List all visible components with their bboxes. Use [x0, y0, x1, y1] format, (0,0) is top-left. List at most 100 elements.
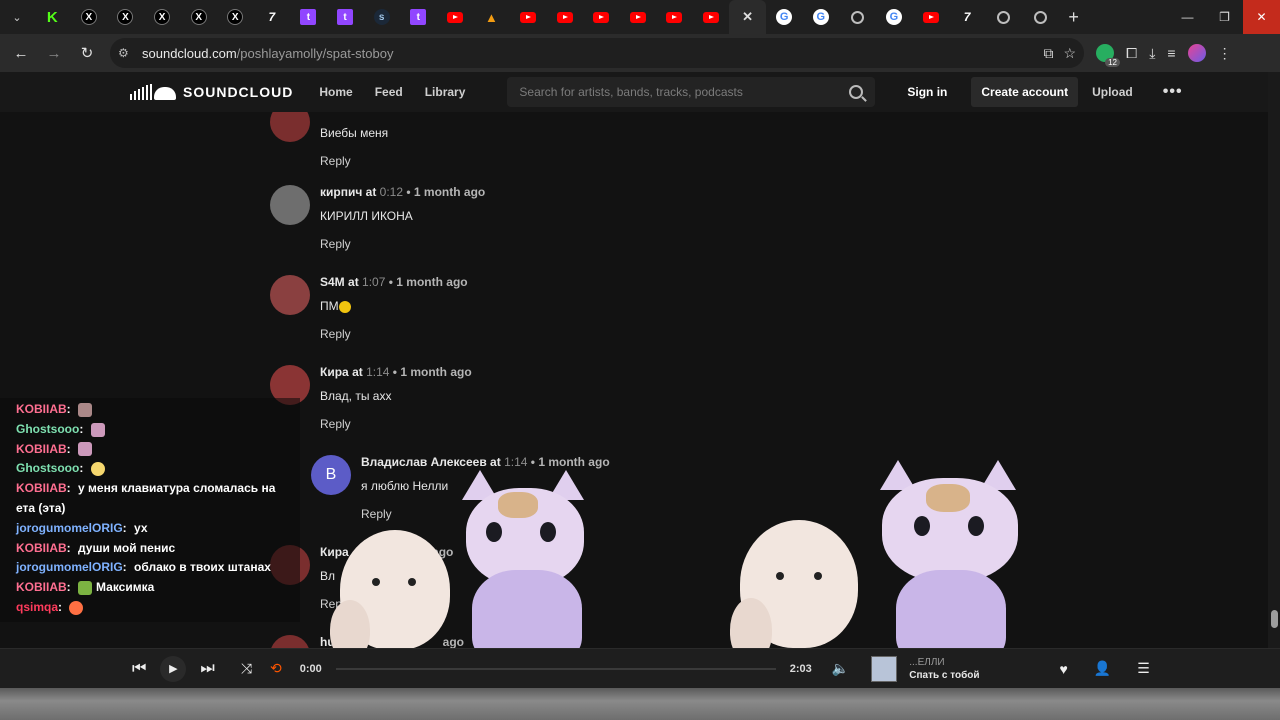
- track-title[interactable]: Спать с тобой: [909, 670, 979, 681]
- chat-username[interactable]: KOBIIAB: [16, 442, 67, 456]
- forward-button[interactable]: →: [39, 38, 69, 68]
- comment-avatar[interactable]: [270, 185, 310, 225]
- browser-tab[interactable]: G: [766, 0, 803, 34]
- chat-username[interactable]: Ghostsooo: [16, 461, 79, 475]
- track-artist[interactable]: ...ЕЛЛИ: [909, 657, 979, 668]
- window-close-button[interactable]: ✕: [1243, 0, 1280, 34]
- reply-button[interactable]: Reply: [320, 417, 920, 431]
- browser-tab[interactable]: t: [400, 0, 437, 34]
- bookmark-star-icon[interactable]: ☆: [1063, 45, 1076, 62]
- reload-button[interactable]: ↻: [72, 38, 102, 68]
- new-tab-button[interactable]: +: [1059, 7, 1089, 28]
- chat-username[interactable]: Ghostsooo: [16, 422, 79, 436]
- repeat-icon[interactable]: ⟲: [270, 660, 282, 677]
- browser-tab[interactable]: 7: [949, 0, 986, 34]
- browser-tab[interactable]: [912, 0, 949, 34]
- browser-menu-icon[interactable]: ⋮: [1218, 45, 1232, 62]
- comment-timestamp[interactable]: 0:12: [380, 185, 403, 199]
- browser-tab[interactable]: [437, 0, 474, 34]
- upload-link[interactable]: Upload: [1092, 85, 1133, 99]
- comment-avatar[interactable]: [270, 635, 310, 648]
- play-button[interactable]: ▶: [160, 655, 187, 682]
- extension-icon[interactable]: 12: [1096, 44, 1120, 67]
- search-icon[interactable]: [849, 85, 864, 99]
- reply-button[interactable]: Reply: [320, 237, 920, 251]
- browser-tab[interactable]: 7: [254, 0, 291, 34]
- browser-tab[interactable]: G: [876, 0, 913, 34]
- profile-avatar[interactable]: [1187, 44, 1206, 62]
- browser-tab[interactable]: X: [217, 0, 254, 34]
- nav-library[interactable]: Library: [425, 85, 466, 99]
- comment-username[interactable]: Кира: [320, 365, 349, 379]
- chat-username[interactable]: qsimqa: [16, 600, 58, 614]
- next-track-icon[interactable]: ⏭: [200, 660, 214, 678]
- browser-tab[interactable]: [839, 0, 876, 34]
- like-heart-icon[interactable]: ♥: [1060, 661, 1068, 677]
- tab-search-chevron-icon[interactable]: ⌄: [0, 0, 34, 34]
- browser-tab[interactable]: s: [363, 0, 400, 34]
- browser-tab[interactable]: ✕: [729, 0, 766, 34]
- sign-in-button[interactable]: Sign in: [907, 85, 947, 99]
- browser-tab[interactable]: [620, 0, 657, 34]
- browser-tab[interactable]: [693, 0, 730, 34]
- track-artwork[interactable]: [871, 655, 898, 682]
- browser-tab[interactable]: X: [144, 0, 181, 34]
- comment-avatar[interactable]: [270, 275, 310, 315]
- extensions-puzzle-icon[interactable]: ⧠: [1126, 45, 1137, 62]
- url-text[interactable]: soundcloud.com/poshlayamolly/spat-stoboy: [142, 46, 393, 61]
- site-info-icon[interactable]: ⚙: [118, 46, 138, 60]
- comment-username[interactable]: Владислав Алексеев: [361, 455, 487, 469]
- browser-tab[interactable]: X: [107, 0, 144, 34]
- browser-tab[interactable]: [583, 0, 620, 34]
- soundcloud-logo[interactable]: SOUNDCLOUD: [130, 84, 293, 100]
- comment-avatar[interactable]: B: [311, 455, 351, 495]
- browser-tab[interactable]: [656, 0, 693, 34]
- search-input[interactable]: [519, 85, 840, 99]
- media-control-icon[interactable]: ≡: [1167, 45, 1175, 61]
- browser-tab[interactable]: [985, 0, 1022, 34]
- reply-button[interactable]: Reply: [320, 327, 920, 341]
- address-bar[interactable]: ⚙ soundcloud.com/poshlayamolly/spat-stob…: [110, 38, 1084, 68]
- nav-home[interactable]: Home: [319, 85, 352, 99]
- install-app-icon[interactable]: ⧉: [1043, 45, 1053, 62]
- browser-tab[interactable]: t: [290, 0, 327, 34]
- chat-username[interactable]: jorogumomelORIG: [16, 560, 123, 574]
- chat-username[interactable]: KOBIIAB: [16, 481, 67, 495]
- follow-user-icon[interactable]: 👤: [1094, 660, 1111, 677]
- chat-username[interactable]: KOBIIAB: [16, 402, 67, 416]
- comment-timestamp[interactable]: 1:14: [366, 365, 389, 379]
- comment-timestamp[interactable]: 1:07: [362, 275, 385, 289]
- nav-feed[interactable]: Feed: [375, 85, 403, 99]
- browser-tab[interactable]: [1022, 0, 1059, 34]
- reply-button[interactable]: Reply: [361, 507, 961, 521]
- comment-username[interactable]: S4M: [320, 275, 345, 289]
- browser-tab[interactable]: X: [180, 0, 217, 34]
- more-options-icon[interactable]: •••: [1163, 83, 1183, 101]
- browser-tab[interactable]: t: [327, 0, 364, 34]
- browser-tab[interactable]: X: [71, 0, 108, 34]
- chat-username[interactable]: KOBIIAB: [16, 580, 67, 594]
- browser-tab[interactable]: K: [34, 0, 71, 34]
- browser-tab[interactable]: G: [802, 0, 839, 34]
- browser-tab[interactable]: ▲: [473, 0, 510, 34]
- page-scrollbar[interactable]: [1268, 72, 1280, 688]
- shuffle-icon[interactable]: ⤨: [241, 660, 252, 677]
- browser-tab[interactable]: [510, 0, 547, 34]
- comment-avatar[interactable]: [270, 112, 310, 142]
- comment-timestamp[interactable]: 1:14: [504, 455, 527, 469]
- create-account-button[interactable]: Create account: [971, 77, 1079, 107]
- previous-track-icon[interactable]: ⏮: [132, 660, 146, 678]
- scrollbar-thumb[interactable]: [1271, 610, 1278, 628]
- back-button[interactable]: ←: [6, 38, 36, 68]
- comment-username[interactable]: кирпич: [320, 185, 362, 199]
- queue-icon[interactable]: ☰: [1137, 660, 1150, 677]
- chat-username[interactable]: jorogumomelORIG: [16, 521, 123, 535]
- restore-button[interactable]: ❐: [1206, 0, 1243, 34]
- chat-username[interactable]: KOBIIAB: [16, 541, 67, 555]
- volume-icon[interactable]: 🔈: [832, 660, 849, 677]
- download-icon[interactable]: ⤓: [1149, 45, 1155, 62]
- minimize-button[interactable]: —: [1169, 0, 1206, 34]
- reply-button[interactable]: Reply: [320, 154, 920, 168]
- browser-tab[interactable]: [546, 0, 583, 34]
- progress-bar[interactable]: [335, 667, 776, 670]
